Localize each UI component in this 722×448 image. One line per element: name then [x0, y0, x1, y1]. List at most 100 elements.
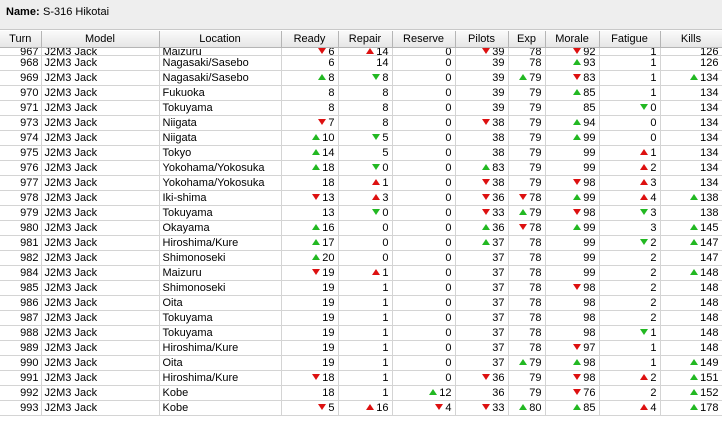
cell-value: 78 [529, 57, 542, 69]
cell-value: J2M3 Jack [44, 102, 98, 114]
column-header-location[interactable]: Location [159, 31, 282, 48]
cell-value: 0 [445, 267, 452, 279]
table-row[interactable]: 975 J2M3 Jack Tokyo 14 5 0 38 79 99 1 134 [0, 145, 722, 161]
cell-fatigue: 1 [599, 325, 661, 341]
cell-ready: 19 [281, 355, 339, 371]
cell-turn: 978 [0, 190, 42, 206]
column-header-exp[interactable]: Exp [508, 31, 546, 48]
cell-fatigue: 2 [599, 385, 661, 401]
column-header-pilots[interactable]: Pilots [455, 31, 509, 48]
cell-value: 18 [322, 162, 335, 174]
triangle-up-icon [312, 134, 321, 140]
column-header-morale[interactable]: Morale [545, 31, 600, 48]
cell-value: 980 [20, 222, 39, 234]
column-header-ready[interactable]: Ready [281, 31, 339, 48]
cell-value: 0 [445, 297, 452, 309]
table-row[interactable]: 988 J2M3 Jack Tokuyama 19 1 0 37 78 98 1 148 [0, 325, 722, 341]
table-row[interactable]: 991 J2M3 Jack Hiroshima/Kure 18 1 0 36 79 98 2 151 [0, 370, 722, 386]
table-row[interactable]: 985 J2M3 Jack Shimonoseki 19 1 0 37 78 98 2 148 [0, 280, 722, 296]
cell-value: 0 [382, 207, 389, 219]
table-row[interactable]: 977 J2M3 Jack Yokohama/Yokosuka 18 1 0 38 79 98 3… [0, 175, 722, 191]
cell-value: 99 [583, 162, 596, 174]
triangle-down-icon [312, 194, 321, 200]
cell-pilots: 37 [455, 355, 509, 371]
column-header-fatigue[interactable]: Fatigue [599, 31, 661, 48]
column-header-repair[interactable]: Repair [338, 31, 393, 48]
cell-turn: 970 [0, 85, 42, 101]
cell-value: 0 [445, 47, 452, 56]
cell-value: Maizuru [162, 47, 202, 56]
cell-value: 37 [492, 252, 505, 264]
cell-repair: 14 [338, 55, 393, 71]
cell-value: 992 [20, 387, 39, 399]
cell-ready: 19 [281, 310, 339, 326]
table-row[interactable]: 971 J2M3 Jack Tokuyama 8 8 0 39 79 85 0 134 [0, 100, 722, 116]
cell-value: 78 [529, 297, 542, 309]
cell-value: 13 [322, 192, 335, 204]
cell-value: 984 [20, 267, 39, 279]
cell-morale: 99 [545, 160, 600, 176]
table-row[interactable]: 984 J2M3 Jack Maizuru 19 1 0 37 78 99 2 148 [0, 265, 722, 281]
cell-pilots: 37 [455, 325, 509, 341]
history-table-container[interactable]: Turn Model Location Ready Repair Reserve… [0, 31, 722, 448]
table-row[interactable]: 980 J2M3 Jack Okayama 16 0 0 36 78 99 3 145 [0, 220, 722, 236]
table-row[interactable]: 974 J2M3 Jack Niigata 10 5 0 38 79 99 0 134 [0, 130, 722, 146]
column-header-model[interactable]: Model [41, 31, 160, 48]
cell-morale: 85 [545, 100, 600, 116]
table-row[interactable]: 992 J2M3 Jack Kobe 18 1 12 36 79 76 2 152 [0, 385, 722, 401]
cell-value: 99 [583, 147, 596, 159]
cell-value: 99 [583, 267, 596, 279]
table-row[interactable]: 987 J2M3 Jack Tokuyama 19 1 0 37 78 98 2 148 [0, 310, 722, 326]
column-header-kills[interactable]: Kills [660, 31, 722, 48]
cell-model: J2M3 Jack [41, 115, 160, 131]
table-row[interactable]: 982 J2M3 Jack Shimonoseki 20 0 0 37 78 99 2 147 [0, 250, 722, 266]
cell-value: J2M3 Jack [44, 312, 98, 324]
table-row[interactable]: 989 J2M3 Jack Hiroshima/Kure 19 1 0 37 78 97 1 148 [0, 340, 722, 356]
cell-kills: 148 [660, 340, 722, 356]
table-row[interactable]: 990 J2M3 Jack Oita 19 1 0 37 79 98 1 149 [0, 355, 722, 371]
cell-value: J2M3 Jack [44, 162, 98, 174]
cell-value: 0 [382, 162, 389, 174]
table-row[interactable]: 969 J2M3 Jack Nagasaki/Sasebo 8 8 0 39 79 83 1 134 [0, 70, 722, 86]
cell-value: 0 [382, 252, 389, 264]
cell-location: Okayama [159, 220, 282, 236]
column-header-turn[interactable]: Turn [0, 31, 42, 48]
cell-value: 4 [445, 402, 452, 414]
table-row[interactable]: 970 J2M3 Jack Fukuoka 8 8 0 39 79 85 1 134 [0, 85, 722, 101]
table-row[interactable]: 976 J2M3 Jack Yokohama/Yokosuka 18 0 0 83 79 99 2… [0, 160, 722, 176]
table-row[interactable]: 967 J2M3 Jack Maizuru 6 14 0 39 78 92 1 126 [0, 47, 722, 56]
cell-reserve: 0 [392, 220, 456, 236]
cell-value: J2M3 Jack [44, 237, 98, 249]
cell-value: 991 [20, 372, 39, 384]
cell-morale: 99 [545, 220, 600, 236]
cell-value: 985 [20, 282, 39, 294]
cell-turn: 981 [0, 235, 42, 251]
cell-repair: 1 [338, 325, 393, 341]
cell-value: 0 [445, 132, 452, 144]
cell-repair: 16 [338, 400, 393, 416]
cell-pilots: 36 [455, 190, 509, 206]
cell-repair: 1 [338, 385, 393, 401]
cell-value: 1 [382, 267, 389, 279]
cell-value: 39 [492, 47, 505, 56]
table-row[interactable]: 979 J2M3 Jack Tokuyama 13 0 0 33 79 98 3 138 [0, 205, 722, 221]
cell-kills: 126 [660, 55, 722, 71]
cell-ready: 18 [281, 385, 339, 401]
column-header-reserve[interactable]: Reserve [392, 31, 456, 48]
cell-value: 38 [492, 117, 505, 129]
cell-exp: 78 [508, 295, 546, 311]
table-row[interactable]: 968 J2M3 Jack Nagasaki/Sasebo 6 14 0 39 78 93 1 12… [0, 55, 722, 71]
table-row[interactable]: 993 J2M3 Jack Kobe 5 16 4 33 80 85 4 178 [0, 400, 722, 416]
cell-turn: 993 [0, 400, 42, 416]
cell-value: 151 [700, 372, 719, 384]
table-row[interactable]: 973 J2M3 Jack Niigata 7 8 0 38 79 94 0 134 [0, 115, 722, 131]
table-row[interactable]: 978 J2M3 Jack Iki-shima 13 3 0 36 78 99 4 138 [0, 190, 722, 206]
table-row[interactable]: 986 J2M3 Jack Oita 19 1 0 37 78 98 2 148 [0, 295, 722, 311]
cell-value: 8 [328, 72, 335, 84]
triangle-down-icon [372, 134, 381, 140]
cell-value: J2M3 Jack [44, 192, 98, 204]
cell-value: 971 [20, 102, 39, 114]
cell-pilots: 39 [455, 70, 509, 86]
cell-value: 148 [700, 282, 719, 294]
table-row[interactable]: 981 J2M3 Jack Hiroshima/Kure 17 0 0 37 78 99 2 147 [0, 235, 722, 251]
